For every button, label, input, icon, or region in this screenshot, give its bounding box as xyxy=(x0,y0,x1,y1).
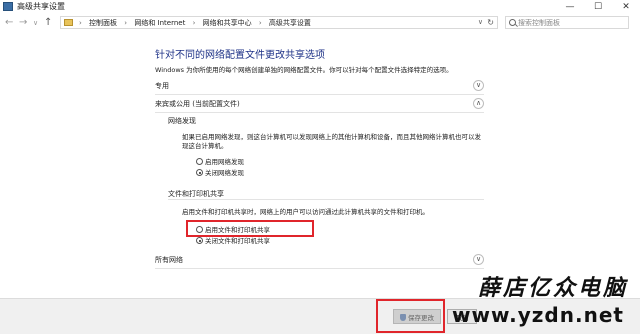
section-all-label: 所有网络 xyxy=(155,256,183,264)
highlight-box-enable-sharing xyxy=(186,220,314,237)
maximize-button[interactable]: ☐ xyxy=(584,0,612,14)
back-button[interactable]: ← xyxy=(5,17,13,29)
breadcrumb: › 控制面板 › 网络和 Internet › 网络和共享中心 › 高级共享设置 xyxy=(79,19,311,27)
forward-button[interactable]: → xyxy=(19,17,27,29)
section-all-networks[interactable]: 所有网络 ∨ xyxy=(155,254,484,269)
radio-button-selected[interactable] xyxy=(196,169,203,176)
section-guest-label: 来宾或公用 (当前配置文件) xyxy=(155,100,240,108)
collapse-chevron-icon[interactable]: ∧ xyxy=(473,98,484,109)
breadcrumb-advanced-sharing[interactable]: 高级共享设置 xyxy=(269,19,311,27)
address-dropdown-icon[interactable]: ∨ xyxy=(478,17,483,28)
address-bar[interactable]: › 控制面板 › 网络和 Internet › 网络和共享中心 › 高级共享设置… xyxy=(60,16,498,29)
watermark-url: www.yzdn.net xyxy=(452,303,624,327)
radio-button[interactable] xyxy=(196,158,203,165)
title-bar: 高级共享设置 — ☐ ✕ xyxy=(0,0,640,14)
section-private[interactable]: 专用 ∨ xyxy=(155,80,484,95)
recent-locations-dropdown[interactable]: ∨ xyxy=(33,17,38,29)
file-printer-sharing-description: 启用文件和打印机共享时，网络上的用户可以访问通过此计算机共享的文件和打印机。 xyxy=(182,208,429,216)
page-title: 针对不同的网络配置文件更改共享选项 xyxy=(155,50,325,61)
network-discovery-title: 网络发现 xyxy=(168,117,196,125)
search-icon xyxy=(509,19,516,26)
expand-chevron-icon[interactable]: ∨ xyxy=(473,80,484,91)
refresh-icon[interactable]: ↻ xyxy=(487,17,494,28)
control-panel-icon xyxy=(3,2,13,11)
expand-chevron-icon[interactable]: ∨ xyxy=(473,254,484,265)
option-label: 关闭文件和打印机共享 xyxy=(205,237,270,245)
search-input[interactable] xyxy=(518,17,623,28)
close-button[interactable]: ✕ xyxy=(612,0,640,14)
window-title: 高级共享设置 xyxy=(17,2,65,11)
highlight-box-save xyxy=(376,299,445,333)
breadcrumb-network-internet[interactable]: 网络和 Internet xyxy=(134,19,185,27)
breadcrumb-network-sharing-center[interactable]: 网络和共享中心 xyxy=(203,19,252,27)
navigation-bar: ← → ∨ ↑ › 控制面板 › 网络和 Internet › 网络和共享中心 … xyxy=(0,14,640,32)
file-printer-sharing-title: 文件和打印机共享 xyxy=(168,189,484,200)
watermark-brand: 薛店亿众电脑 xyxy=(478,275,629,301)
search-box xyxy=(505,16,629,29)
page-description: Windows 为你所使用的每个网络创建单独的网络配置文件。你可以针对每个配置文… xyxy=(155,66,453,74)
radio-disable-discovery[interactable]: 关闭网络发现 xyxy=(196,167,244,177)
option-label: 启用网络发现 xyxy=(205,158,244,166)
option-label: 关闭网络发现 xyxy=(205,169,244,177)
radio-enable-discovery[interactable]: 启用网络发现 xyxy=(196,156,244,166)
radio-button-selected[interactable] xyxy=(196,237,203,244)
section-guest-public[interactable]: 来宾或公用 (当前配置文件) ∧ xyxy=(155,98,484,113)
section-private-label: 专用 xyxy=(155,82,169,90)
control-panel-folder-icon xyxy=(64,19,73,26)
minimize-button[interactable]: — xyxy=(556,0,584,14)
up-button[interactable]: ↑ xyxy=(44,17,52,29)
breadcrumb-control-panel[interactable]: 控制面板 xyxy=(89,19,117,27)
network-discovery-description: 如果已启用网络发现，则这台计算机可以发现网络上的其他计算机和设备，而且其他网络计… xyxy=(182,133,481,150)
